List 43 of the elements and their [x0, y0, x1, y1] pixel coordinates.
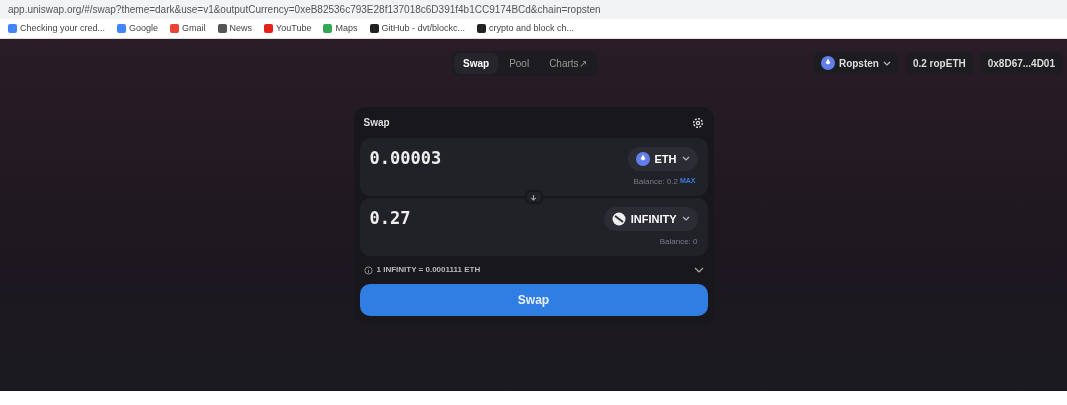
nav-tab[interactable]: Pool	[500, 52, 539, 74]
nav-tab[interactable]: Charts↗	[540, 52, 596, 74]
balance-text: Balance: 0.2	[633, 175, 678, 188]
bookmark-icon	[264, 24, 274, 33]
exchange-rate: 1 INFINITY = 0.0001111 ETH	[376, 264, 481, 276]
url-text[interactable]: app.uniswap.org/#/swap?theme=dark&use=v1&outputCurrency=0xeB82536c793E28f137018c6D391f4b1CC9174BCd&chain=ropsten	[8, 2, 601, 17]
bookmark[interactable]: News	[217, 21, 253, 36]
bookmark-icon	[477, 24, 487, 33]
chevron-down-icon[interactable]	[693, 267, 704, 273]
bookmark-icon	[369, 24, 379, 33]
bookmark-icon	[217, 24, 227, 33]
bookmark[interactable]: YouTube	[264, 21, 312, 36]
settings-icon[interactable]	[691, 116, 704, 129]
network-icon	[820, 56, 835, 70]
swap-button[interactable]: Swap	[359, 284, 708, 316]
network-selector[interactable]: Ropsten	[812, 51, 899, 75]
bookmark[interactable]: Gmail	[170, 21, 206, 36]
bookmark[interactable]: crypto and block ch...	[477, 21, 575, 36]
info-icon[interactable]	[363, 265, 373, 275]
amount-input[interactable]: 0.27	[369, 206, 411, 232]
bookmark-icon	[8, 24, 17, 33]
coin-icon	[635, 151, 650, 166]
bookmark[interactable]: GitHub - dvt/blockc...	[369, 21, 466, 36]
bookmark[interactable]: Maps	[323, 21, 358, 36]
bookmark-icon	[117, 24, 127, 33]
token-selector[interactable]: ETH	[627, 146, 698, 171]
arrow-down-icon	[530, 193, 537, 201]
balance-text: Balance: 0	[659, 235, 698, 248]
address-bar[interactable]: app.uniswap.org/#/swap?theme=dark&use=v1&outputCurrency=0xeB82536c793E28f137018c6D391f4b1CC9174BCd&chain=ropsten	[0, 0, 1067, 19]
balance-label: 0.2 ropETH	[904, 51, 974, 75]
token-icon	[611, 211, 626, 226]
account-button[interactable]: 0x8D67...4D01	[979, 51, 1063, 75]
bookmark-icon	[170, 24, 180, 33]
amount-input[interactable]: 0.00003	[369, 146, 442, 172]
chevron-down-icon	[882, 60, 891, 66]
card-title: Swap	[363, 116, 390, 130]
bookmark-icon	[323, 24, 333, 33]
chevron-down-icon	[681, 156, 690, 162]
nav-tab[interactable]: Swap	[454, 52, 499, 74]
bookmark[interactable]: Google	[117, 21, 159, 36]
bookmark[interactable]: Checking your cred...	[8, 21, 106, 36]
chevron-down-icon	[681, 216, 690, 222]
token-selector[interactable]: INFINITY	[603, 206, 698, 231]
